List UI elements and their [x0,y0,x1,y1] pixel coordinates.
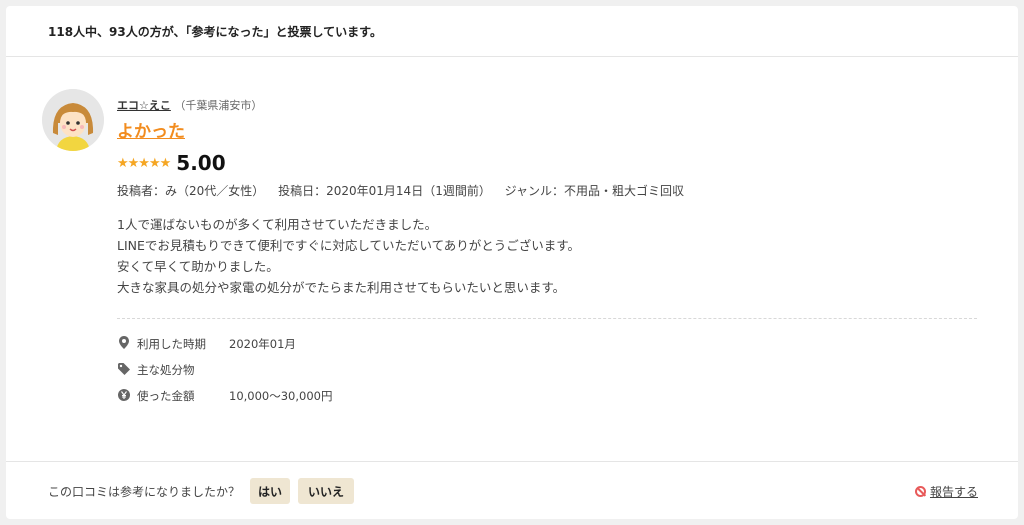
divider [117,318,977,319]
genre-info: ジャンル：不用品・粗大ゴミ回収 [504,184,685,198]
review-title[interactable]: よかった [117,117,977,142]
user-avatar-icon [42,89,104,151]
no-button[interactable]: いいえ [298,478,355,504]
review-section: エコ☆えこ （千葉県浦安市） よかった ★★★★★ 5.00 投稿者：み（20代… [6,57,1018,462]
avatar [42,89,104,151]
detail-value: 2020年01月 [229,337,296,351]
review-info: 投稿者：み（20代／女性） 投稿日：2020年01月14日（1週間前） ジャンル… [117,182,977,199]
detail-label: 利用した時期 [137,337,206,351]
review-body: 1人で運ばないものが多くて利用させていただきました。 LINEでお見積もりできて… [117,214,977,298]
detail-value: 10,000〜30,000円 [229,389,333,403]
detail-row-amount: 使った金額 10,000〜30,000円 [117,383,977,409]
report: 報告する [914,462,978,520]
author-line: エコ☆えこ （千葉県浦安市） [117,97,977,113]
vote-summary: 118人中、93人の方が、「参考になった」と投票しています。 [6,6,1018,57]
review-body-line: 1人で運ばないものが多くて利用させていただきました。 [117,217,438,232]
prohibited-icon [914,485,926,497]
review-card: 118人中、93人の方が、「参考になった」と投票しています。 エコ☆えこ （千葉… [6,6,1018,519]
detail-row-items: 主な処分物 [117,357,977,383]
review-content: エコ☆えこ （千葉県浦安市） よかった ★★★★★ 5.00 投稿者：み（20代… [117,97,977,409]
poster-info: 投稿者：み（20代／女性） [117,184,265,198]
yes-button[interactable]: はい [250,478,291,504]
star-rating-icon: ★★★★★ [117,155,171,171]
author-location: （千葉県浦安市） [174,99,263,112]
feedback-footer: この口コミは参考になりましたか？ はい いいえ 報告する [6,462,1018,520]
review-body-line: 安くて早くて助かりました。 [117,259,279,274]
detail-label: 主な処分物 [137,363,195,377]
location-pin-icon [117,336,131,352]
review-body-line: 大きな家具の処分や家電の処分がでたらまた利用させてもらいたいと思います。 [117,280,566,295]
usage-details: 利用した時期 2020年01月 主な処分物 使った金額 10,000〜30,00… [117,331,977,409]
detail-row-period: 利用した時期 2020年01月 [117,331,977,357]
review-body-line: LINEでお見積もりできて便利ですぐに対応していただいてありがとうございます。 [117,238,581,253]
detail-label: 使った金額 [137,389,195,403]
post-date: 投稿日：2020年01月14日（1週間前） [278,184,491,198]
tag-icon [117,362,131,378]
author-link[interactable]: エコ☆えこ [117,99,171,112]
report-link[interactable]: 報告する [930,483,978,500]
helpful-question: この口コミは参考になりましたか？ [48,484,241,499]
rating-score: 5.00 [176,151,226,175]
rating: ★★★★★ 5.00 [117,148,977,178]
yen-icon [117,388,131,404]
